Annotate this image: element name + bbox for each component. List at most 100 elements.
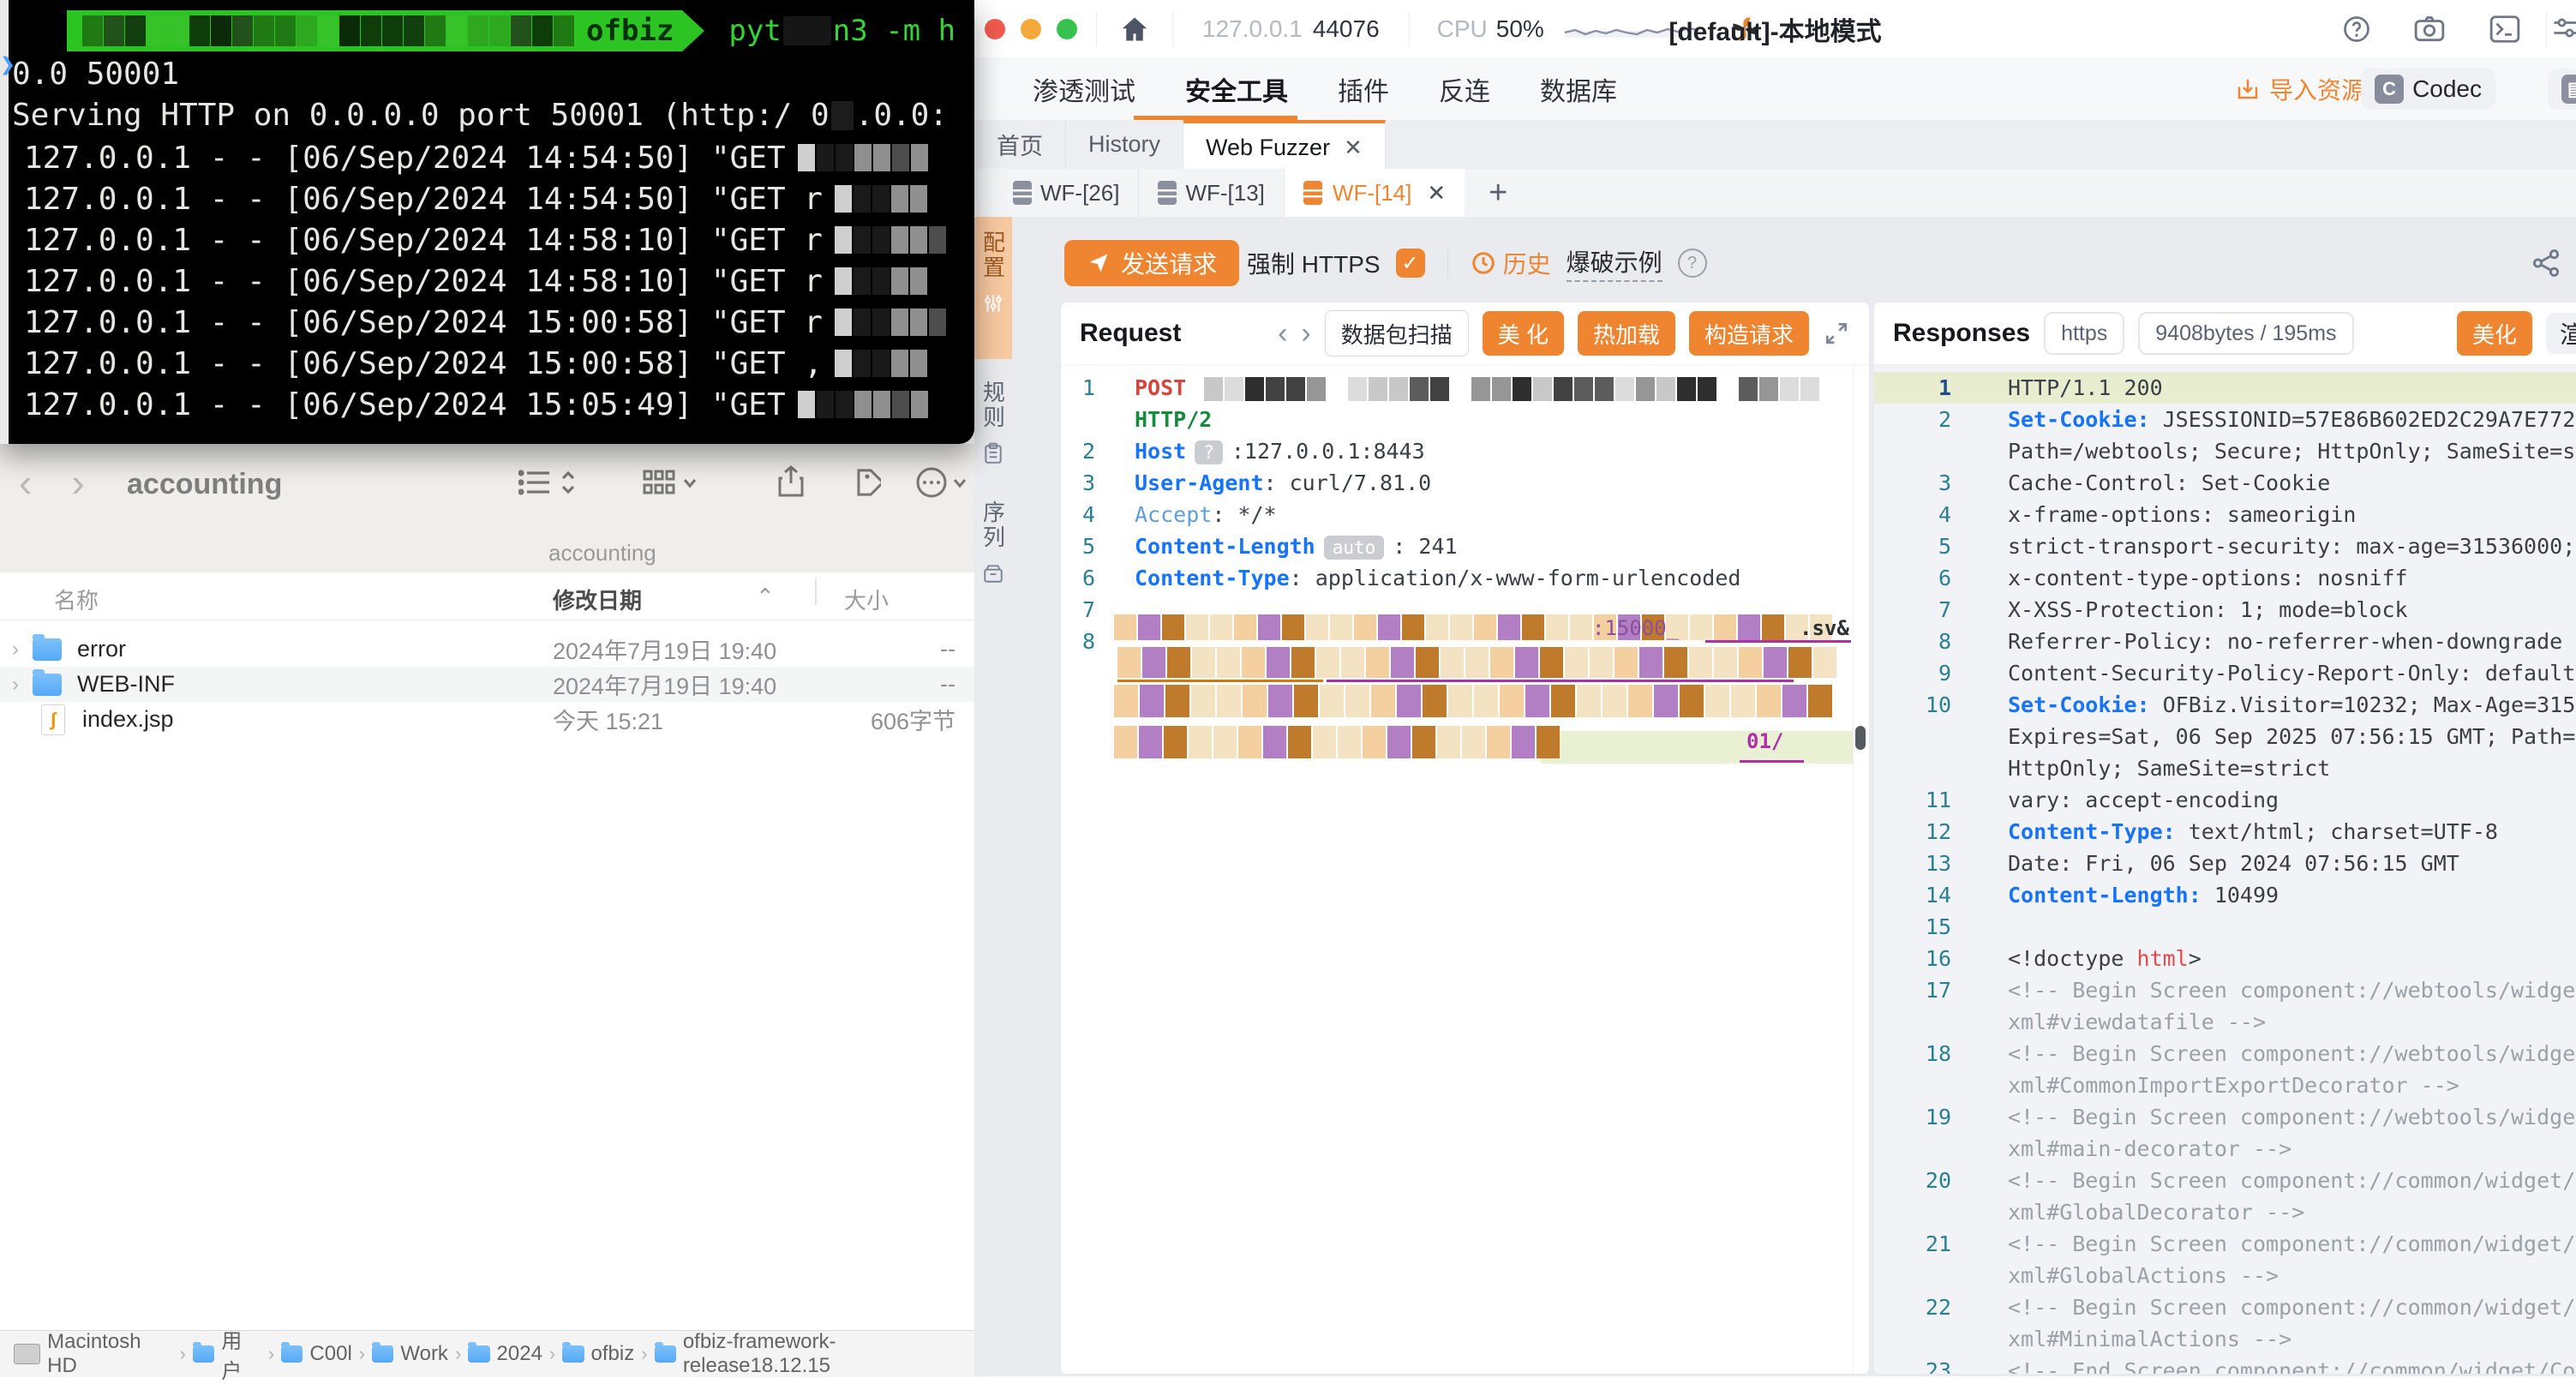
settings-partial-icon[interactable] bbox=[2550, 14, 2576, 45]
disclosure-icon[interactable]: › bbox=[12, 673, 19, 697]
column-date[interactable]: 修改日期 bbox=[553, 584, 642, 615]
code-text: xml#viewdatafile --> bbox=[2008, 1010, 2266, 1034]
file-row-webinf[interactable]: › WEB-INF 2024年7月19日 19:40 -- bbox=[0, 667, 974, 702]
close-tab-icon[interactable]: ✕ bbox=[1344, 135, 1363, 161]
next-request-icon[interactable]: › bbox=[1301, 317, 1310, 350]
code-line: 13Date: Fri, 06 Sep 2024 07:56:15 GMT bbox=[1874, 848, 2576, 879]
more-options-icon[interactable] bbox=[915, 466, 967, 499]
responses-title: Responses bbox=[1893, 319, 2030, 348]
blast-example-link[interactable]: 爆破示例 bbox=[1567, 244, 1662, 282]
redacted-path bbox=[82, 15, 574, 46]
tab-history[interactable]: History bbox=[1066, 120, 1183, 169]
line-number: 10 bbox=[1874, 692, 1974, 717]
nav-tab-security-tools[interactable]: 安全工具 bbox=[1185, 70, 1288, 108]
sort-direction-icon[interactable]: ⌃ bbox=[756, 584, 775, 610]
file-row-error[interactable]: › error 2024年7月19日 19:40 -- bbox=[0, 632, 974, 667]
example-help-icon[interactable]: ? bbox=[1678, 249, 1707, 278]
line-number: 18 bbox=[1874, 1041, 1974, 1066]
wf-tab-13[interactable]: WF-[13] bbox=[1139, 169, 1284, 217]
wf-tab-26[interactable]: WF-[26] bbox=[994, 169, 1139, 217]
tab-home[interactable]: 首页 bbox=[974, 120, 1066, 169]
grid-view-icon[interactable] bbox=[643, 468, 698, 497]
import-resource-button[interactable]: 导入资源 bbox=[2235, 72, 2365, 106]
payload-button-partial[interactable]: ▤ P bbox=[2548, 69, 2576, 110]
rail-item-rules[interactable]: 规则 bbox=[974, 367, 1012, 490]
help-icon[interactable] bbox=[2341, 14, 2372, 45]
line-number: 2 bbox=[1874, 407, 1974, 432]
folder-icon bbox=[281, 1345, 303, 1363]
code-line: 7X-XSS-Protection: 1; mode=block bbox=[1874, 594, 2576, 626]
send-request-button[interactable]: 发送请求 bbox=[1064, 240, 1239, 286]
file-row-indexjsp[interactable]: ʃ index.jsp 今天 15:21 606字节 bbox=[0, 702, 974, 737]
path-item[interactable]: Macintosh HD bbox=[47, 1330, 172, 1378]
path-item[interactable]: 用户 bbox=[221, 1324, 261, 1384]
rail-item-sequence[interactable]: 序列 bbox=[974, 487, 1012, 610]
disclosure-icon[interactable]: › bbox=[12, 638, 19, 662]
hot-reload-button[interactable]: 热加载 bbox=[1578, 311, 1675, 356]
request-scrollbar-track[interactable] bbox=[1853, 365, 1869, 1374]
wf-tab-14[interactable]: WF-[14] ✕ bbox=[1285, 169, 1465, 217]
force-https-label: 强制 HTTPS bbox=[1247, 246, 1381, 280]
path-item[interactable]: C00l bbox=[309, 1342, 351, 1366]
page-tabs: 首页 History Web Fuzzer ✕ bbox=[974, 120, 2576, 170]
share-icon[interactable] bbox=[776, 464, 806, 499]
code-line: 21<!-- Begin Screen component://common/w… bbox=[1874, 1228, 2576, 1260]
code-text: <!-- Begin Screen component://common/wid… bbox=[2008, 1295, 2576, 1320]
finder-window-title: accounting bbox=[127, 468, 282, 501]
finder-proxy-title: accounting bbox=[548, 540, 656, 566]
nav-tab-database[interactable]: 数据库 bbox=[1540, 70, 1617, 108]
minimize-window-button[interactable] bbox=[1021, 19, 1041, 39]
render-button-partial[interactable]: 渲 bbox=[2546, 313, 2576, 354]
request-panel: Request ‹ › 数据包扫描 美 化 热加载 构造请求 1POST HTT… bbox=[1060, 302, 1870, 1375]
finder-back-button[interactable]: ‹ bbox=[19, 459, 32, 506]
rail-item-config[interactable]: 配置 bbox=[974, 217, 1012, 359]
app-titlebar: 127.0.0.1 44076 CPU 50% [default]-本地模式 bbox=[974, 0, 2576, 58]
nav-tab-plugins[interactable]: 插件 bbox=[1338, 70, 1389, 108]
redaction-underline bbox=[1327, 680, 1794, 682]
new-tab-button[interactable]: + bbox=[1489, 175, 1507, 212]
history-button[interactable]: 历史 bbox=[1471, 246, 1551, 280]
force-https-checkbox[interactable]: ✓ bbox=[1396, 249, 1425, 278]
code-text: <!doctype html> bbox=[2008, 946, 2202, 971]
code-line: 2Set-Cookie: JSESSIONID=57E86B602ED2C29A… bbox=[1874, 404, 2576, 435]
packet-scan-button[interactable]: 数据包扫描 bbox=[1325, 310, 1469, 356]
nav-tab-pentest[interactable]: 渗透测试 bbox=[1033, 70, 1135, 108]
share-fuzzer-icon[interactable] bbox=[2530, 247, 2562, 279]
column-size[interactable]: 大小 bbox=[844, 584, 889, 615]
path-item[interactable]: 2024 bbox=[497, 1342, 542, 1366]
fullscreen-icon[interactable] bbox=[1823, 320, 1850, 347]
construct-request-button[interactable]: 构造请求 bbox=[1689, 311, 1809, 356]
beautify-response-button[interactable]: 美化 bbox=[2457, 311, 2532, 356]
tag-icon[interactable] bbox=[848, 466, 881, 499]
code-text: Content-Security-Policy-Report-Only: def… bbox=[2008, 661, 2576, 686]
redaction-underline bbox=[1705, 640, 1851, 643]
path-item[interactable]: ofbiz bbox=[591, 1342, 635, 1366]
terminal-log-line: 127.0.0.1 - - [06/Sep/2024 14:54:50] "GE… bbox=[24, 178, 946, 219]
list-view-icon[interactable] bbox=[518, 468, 577, 497]
code-text: Referrer-Policy: no-referrer-when-downgr… bbox=[2008, 629, 2562, 654]
request-title: Request bbox=[1080, 319, 1181, 348]
path-item[interactable]: ofbiz-framework-release18.12.15 bbox=[683, 1330, 975, 1378]
beautify-request-button[interactable]: 美 化 bbox=[1483, 311, 1564, 356]
screenshot-icon[interactable] bbox=[2413, 14, 2446, 45]
column-name[interactable]: 名称 bbox=[54, 584, 99, 615]
tab-web-fuzzer[interactable]: Web Fuzzer ✕ bbox=[1183, 120, 1386, 172]
nav-tab-reverse[interactable]: 反连 bbox=[1439, 70, 1490, 108]
request-scrollbar-thumb[interactable] bbox=[1855, 726, 1866, 750]
close-window-button[interactable] bbox=[985, 19, 1005, 39]
code-line: 19<!-- Begin Screen component://webtools… bbox=[1874, 1101, 2576, 1133]
finder-column-headers: 名称 修改日期 ⌃ │ 大小 bbox=[0, 572, 974, 620]
path-item[interactable]: Work bbox=[400, 1342, 448, 1366]
finder-forward-button[interactable]: › bbox=[71, 459, 84, 506]
response-editor[interactable]: 1HTTP/1.1 2002Set-Cookie: JSESSIONID=57E… bbox=[1874, 365, 2576, 1374]
code-line: HttpOnly; SameSite=strict bbox=[1874, 752, 2576, 784]
request-editor[interactable]: 1POST HTTP/22Host?:127.0.0.1:84433User-A… bbox=[1061, 365, 1869, 1374]
maximize-window-button[interactable] bbox=[1057, 19, 1077, 39]
finder-file-list: › error 2024年7月19日 19:40 -- › WEB-INF 20… bbox=[0, 632, 974, 737]
prev-request-icon[interactable]: ‹ bbox=[1278, 317, 1287, 350]
home-icon[interactable] bbox=[1119, 14, 1150, 45]
file-date: 2024年7月19日 19:40 bbox=[553, 632, 776, 666]
codec-button[interactable]: C Codec bbox=[2361, 69, 2495, 110]
terminal-icon[interactable] bbox=[2489, 14, 2521, 45]
close-tab-icon[interactable]: ✕ bbox=[1427, 180, 1446, 207]
